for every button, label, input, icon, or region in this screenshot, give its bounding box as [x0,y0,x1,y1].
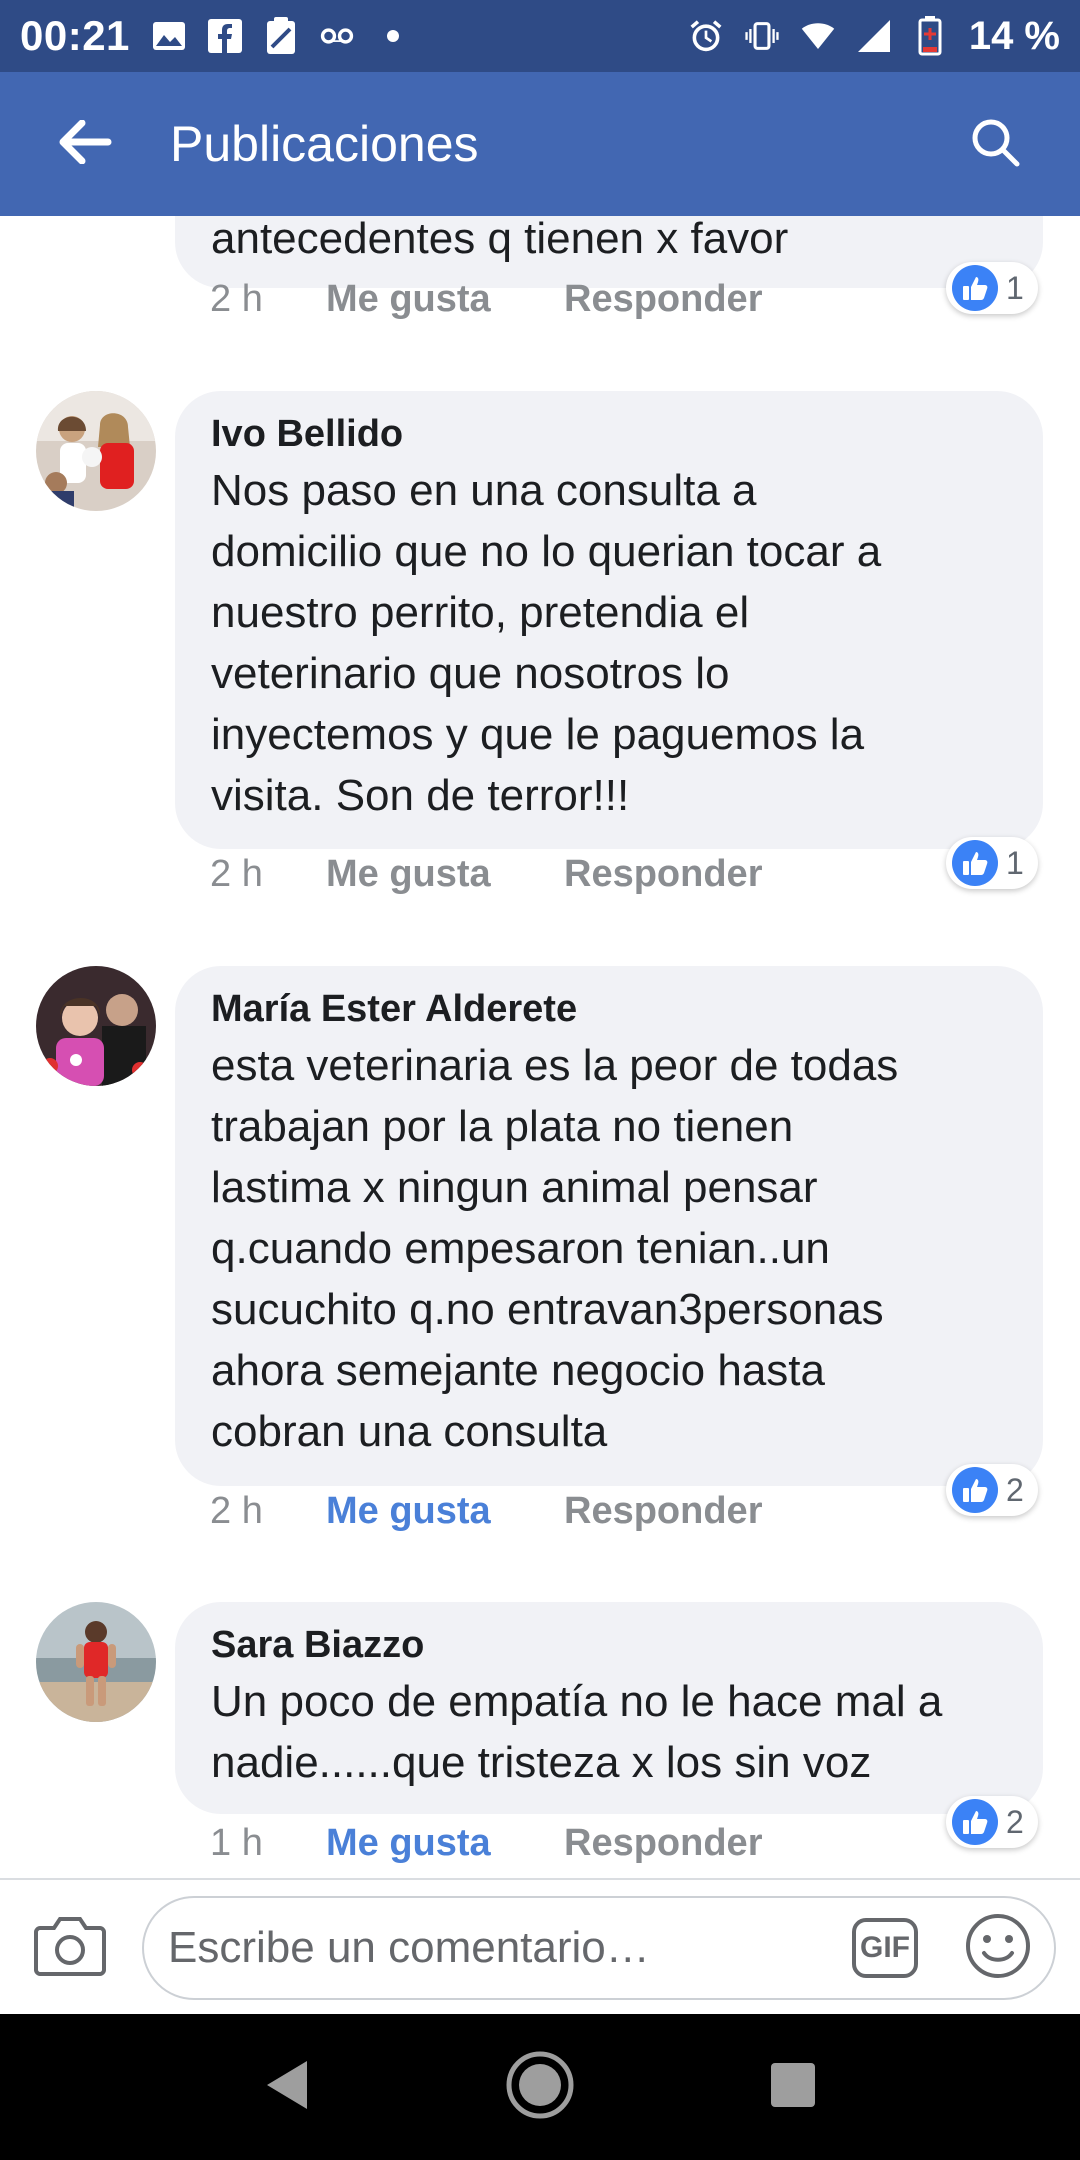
comment-time: 1 h [210,1822,263,1864]
like-button[interactable]: Me gusta [326,1490,564,1533]
vibrate-icon [745,19,779,53]
like-button[interactable]: Me gusta [326,853,564,896]
comment-actions: 1 h Me gusta Responder [210,1822,762,1865]
search-button[interactable] [950,99,1040,189]
comment-input[interactable] [166,1922,852,1974]
comment-composer: GIF [0,1878,1080,2014]
status-bar: 00:21 14 % [0,0,1080,72]
reaction-count: 2 [1006,1471,1024,1508]
reply-button[interactable]: Responder [564,278,762,321]
voicemail-icon [320,19,354,53]
comment-author[interactable]: Ivo Bellido [211,413,1007,456]
arrow-left-icon [58,119,112,169]
comment-time: 2 h [210,1490,263,1532]
comment-text: Nos paso en una consulta a domicilio que… [211,466,882,820]
wifi-icon [801,19,835,53]
thumbs-up-icon [952,1467,998,1513]
comment-actions: 2 h Me gusta Responder [210,1490,762,1533]
battery-icon [913,16,947,56]
reaction-summary[interactable]: 2 [946,1796,1038,1848]
thumbs-up-icon [952,265,998,311]
image-icon [152,19,186,53]
status-right: 14 % [689,14,1060,59]
like-button[interactable]: Me gusta [326,278,564,321]
reaction-summary[interactable]: 1 [946,262,1038,314]
comment-author[interactable]: María Ester Alderete [211,988,1007,1031]
camera-button[interactable] [30,1910,110,1984]
system-nav-bar [0,2014,1080,2160]
gif-button[interactable]: GIF [852,1918,918,1978]
reaction-count: 2 [1006,1803,1024,1840]
comment-bubble[interactable]: María Ester Alderete esta veterinaria es… [175,966,1043,1486]
facebook-icon [207,19,242,53]
thumbs-up-icon [952,1799,998,1845]
dot-icon [376,19,410,53]
reaction-summary[interactable]: 2 [946,1464,1038,1516]
status-time: 00:21 [20,12,130,59]
comment-text: antecedentes q tienen x favor [211,216,789,263]
home-circle-icon [505,2050,575,2125]
comment-text: esta veterinaria es la peor de todas tra… [211,1041,899,1456]
reply-button[interactable]: Responder [564,1822,762,1865]
comment-time: 2 h [210,278,263,320]
reaction-count: 1 [1006,844,1024,881]
avatar[interactable] [36,1602,156,1722]
emoji-icon [964,1912,1032,1985]
comment-bubble[interactable]: Ivo Bellido Nos paso en una consulta a d… [175,391,1043,849]
reaction-count: 1 [1006,269,1024,306]
battery-percent: 14 % [968,13,1060,58]
comment-input-wrapper: GIF [142,1896,1056,2000]
like-button[interactable]: Me gusta [326,1822,564,1865]
app-bar: Publicaciones [0,72,1080,216]
comment-text: Un poco de empatía no le hace mal a nadi… [211,1677,943,1787]
avatar[interactable] [36,966,156,1086]
search-icon [969,116,1021,173]
nav-home-button[interactable] [490,2037,590,2137]
page-title: Publicaciones [170,116,479,172]
reply-button[interactable]: Responder [564,853,762,896]
nav-recents-button[interactable] [743,2037,843,2137]
comment-bubble[interactable]: Sara Biazzo Un poco de empatía no le hac… [175,1602,1043,1814]
status-left: 00:21 [20,12,410,60]
camera-icon [34,1914,106,1981]
avatar[interactable] [36,391,156,511]
signal-icon [857,19,891,53]
comment-actions: 2 h Me gusta Responder [210,853,762,896]
reaction-summary[interactable]: 1 [946,837,1038,889]
alarm-icon [689,19,723,53]
emoji-button[interactable] [962,1912,1034,1984]
nav-back-button[interactable] [237,2037,337,2137]
back-button[interactable] [40,99,130,189]
note-icon [264,17,298,54]
comments-feed[interactable]: antecedentes q tienen x favor 2 h Me gus… [0,216,1080,1880]
reply-button[interactable]: Responder [564,1490,762,1533]
thumbs-up-icon [952,840,998,886]
back-triangle-icon [263,2059,311,2116]
recents-square-icon [769,2061,817,2114]
comment-author[interactable]: Sara Biazzo [211,1624,1007,1667]
comment-actions: 2 h Me gusta Responder [210,278,762,321]
comment-time: 2 h [210,853,263,895]
